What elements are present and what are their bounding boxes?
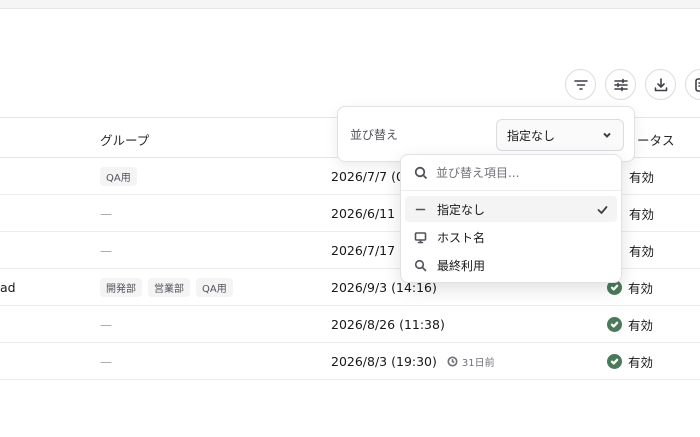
filter-icon [573, 79, 588, 90]
table-row[interactable]: — 2026/8/3 (19:30) 31日前 有効 [0, 343, 700, 380]
last-used-date: 2026/8/26 (11:38) [331, 317, 445, 332]
column-settings-button[interactable] [605, 69, 636, 100]
empty-dash: — [100, 317, 112, 332]
status-text: 有効 [628, 281, 654, 296]
search-icon [414, 259, 427, 271]
last-used-date: 2026/8/3 (19:30) [331, 354, 437, 369]
empty-dash: — [100, 354, 112, 369]
relative-time-text: 31日前 [461, 358, 495, 369]
status-text: 有効 [628, 318, 654, 333]
cell-groups: 開発部 営業部 QA用 [100, 269, 233, 306]
monitor-icon [414, 231, 427, 243]
check-circle-icon [607, 317, 622, 332]
last-used-date: 2026/7/7 (0 [331, 169, 404, 184]
download-button[interactable] [645, 69, 676, 100]
top-bar [0, 0, 700, 9]
sort-option-label: 最終利用 [437, 258, 486, 273]
sort-option-hostname[interactable]: ホスト名 [405, 224, 617, 250]
sort-search-input[interactable] [436, 165, 606, 180]
check-circle-icon [607, 354, 622, 369]
filter-button[interactable] [565, 69, 596, 100]
cell-groups: QA用 [100, 158, 137, 195]
cell-last-used: 2026/8/26 (11:38) [331, 306, 445, 343]
relative-time: 31日前 [447, 354, 495, 369]
clock-icon [447, 356, 458, 367]
group-tag: QA用 [100, 167, 137, 186]
device-sync-icon [694, 77, 700, 92]
search-icon [414, 166, 428, 179]
group-tag: 営業部 [148, 278, 190, 297]
cell-last-used: 2026/6/11 ( [331, 195, 404, 232]
status-text: 有効 [628, 355, 654, 370]
cell-groups: — [100, 232, 112, 269]
group-tag: QA用 [196, 278, 233, 297]
last-used-date: 2026/7/17 ( [331, 243, 404, 258]
sort-option-label: ホスト名 [437, 230, 486, 245]
cell-last-used: 2026/8/3 (19:30) 31日前 [331, 343, 495, 380]
empty-dash: — [100, 206, 112, 221]
cell-status: 有効 [607, 306, 653, 343]
group-tag: 開発部 [100, 278, 142, 297]
check-icon [597, 205, 608, 214]
sort-option-none[interactable]: 指定なし [405, 196, 617, 222]
cell-groups: — [100, 306, 112, 343]
status-text: 有効 [629, 207, 655, 222]
cell-status: 有効 [629, 158, 654, 195]
sort-option-label: 指定なし [437, 202, 486, 217]
minus-icon [415, 208, 426, 210]
cell-hostname: ad [0, 280, 16, 295]
sort-select[interactable]: 指定なし [496, 119, 624, 151]
sort-label: 並び替え [350, 128, 399, 142]
cell-groups: — [100, 195, 112, 232]
cell-status: 有効 [629, 232, 654, 269]
chevron-down-icon [603, 132, 611, 138]
status-text: 有効 [629, 170, 655, 185]
cell-last-used: 2026/7/17 ( [331, 232, 404, 269]
last-used-date: 2026/6/11 ( [331, 206, 404, 221]
status-text: 有効 [629, 244, 655, 259]
sort-option-last-used[interactable]: 最終利用 [405, 252, 617, 278]
cell-status: 有効 [629, 195, 654, 232]
sliders-icon [613, 78, 628, 91]
download-icon [654, 77, 667, 91]
empty-dash: — [100, 243, 112, 258]
cell-status: 有効 [607, 343, 653, 380]
cell-groups: — [100, 343, 112, 380]
sort-dropdown: 指定なし ホスト名 最終利用 [400, 154, 622, 283]
column-header-status[interactable]: ータス [637, 130, 675, 149]
sync-device-button[interactable] [685, 69, 700, 100]
cell-last-used: 2026/7/7 (0 [331, 158, 404, 195]
dropdown-search [401, 155, 621, 191]
table-row[interactable]: — 2026/8/26 (11:38) 有効 [0, 306, 700, 343]
column-header-group[interactable]: グループ [100, 130, 149, 149]
sort-select-value: 指定なし [507, 128, 556, 143]
